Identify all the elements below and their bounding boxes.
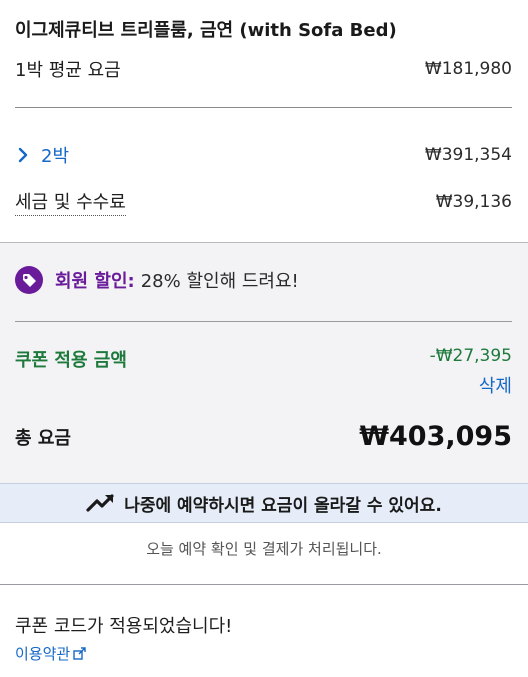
coupon-row: 쿠폰 적용 금액 -₩27,395 삭제 — [15, 346, 512, 398]
terms-link[interactable]: 이용약관 — [15, 643, 86, 664]
price-tag-icon — [15, 266, 43, 294]
nights-row: 2박 ₩391,354 — [15, 142, 512, 168]
terms-label: 이용약관 — [15, 645, 71, 663]
total-amount: ₩403,095 — [359, 421, 512, 452]
coupon-label: 쿠폰 적용 금액 — [15, 350, 127, 371]
total-label: 총 요금 — [15, 427, 71, 449]
member-discount-row: 회원 할인: 28% 할인해 드려요! — [15, 266, 299, 294]
nights-price: ₩391,354 — [424, 145, 512, 165]
taxes-row: 세금 및 수수료 ₩39,136 — [15, 188, 512, 216]
total-row: 총 요금 ₩403,095 — [15, 421, 512, 452]
taxes-label[interactable]: 세금 및 수수료 — [15, 188, 126, 216]
coupon-delete-link[interactable]: 삭제 — [430, 372, 512, 398]
external-link-icon — [73, 647, 86, 660]
chevron-right-icon — [18, 147, 28, 163]
coupon-amount: -₩27,395 — [429, 346, 512, 366]
divider — [15, 321, 512, 322]
avg-nightly-row: 1박 평균 요금 ₩181,980 — [15, 56, 512, 82]
avg-nightly-price: ₩181,980 — [424, 59, 512, 79]
taxes-price: ₩39,136 — [435, 192, 512, 212]
price-alert-text: 나중에 예약하시면 요금이 올라갈 수 있어요. — [124, 495, 442, 516]
room-title: 이그제큐티브 트리플룸, 금연 (with Sofa Bed) — [15, 20, 397, 41]
trending-up-icon — [86, 494, 114, 512]
nights-expand-toggle[interactable]: 2박 — [15, 142, 69, 168]
member-discount-label: 회원 할인: — [55, 271, 135, 292]
divider — [0, 584, 528, 585]
price-alert-banner: 나중에 예약하시면 요금이 올라갈 수 있어요. — [0, 483, 528, 523]
coupon-values: -₩27,395 삭제 — [430, 346, 512, 398]
divider — [15, 107, 512, 108]
coupon-applied-message: 쿠폰 코드가 적용되었습니다! — [15, 616, 233, 637]
booking-note: 오늘 예약 확인 및 결제가 처리됩니다. — [146, 540, 382, 558]
avg-nightly-label: 1박 평균 요금 — [15, 60, 121, 81]
nights-label: 2박 — [41, 146, 70, 167]
member-discount-text: 28% 할인해 드려요! — [140, 271, 299, 292]
